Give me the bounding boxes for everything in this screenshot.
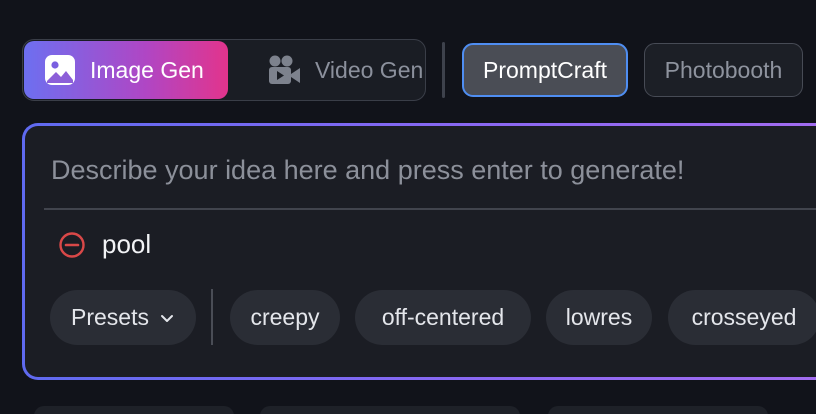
preset-chip[interactable]: crosseyed: [668, 290, 816, 345]
preset-chip-label: crosseyed: [691, 304, 797, 330]
tab-photobooth-label: Photobooth: [664, 56, 783, 83]
preset-chip[interactable]: creepy: [230, 290, 340, 345]
tab-promptcraft-label: PromptCraft: [483, 56, 607, 83]
image-gen-button[interactable]: Image Gen: [24, 41, 228, 99]
generation-mode-toggle: Image Gen Video Gen: [22, 39, 426, 101]
preset-chip[interactable]: off-centered: [355, 290, 531, 345]
chevron-down-icon: [159, 310, 175, 326]
prompt-input[interactable]: [51, 148, 811, 192]
toolbar-divider: [442, 42, 445, 98]
preset-chip-label: creepy: [250, 304, 320, 330]
minus-circle-icon[interactable]: [58, 231, 86, 259]
image-gen-label: Image Gen: [90, 56, 204, 83]
prompt-divider: [44, 208, 816, 210]
tab-promptcraft[interactable]: PromptCraft: [462, 43, 628, 97]
partial-item: [34, 406, 234, 414]
chips-divider: [211, 289, 213, 345]
preset-chip-label: off-centered: [381, 304, 505, 330]
generator-page: Image Gen Video Gen PromptCraft Photoboo…: [0, 0, 816, 414]
negative-prompt-text[interactable]: pool: [102, 229, 151, 260]
presets-dropdown[interactable]: Presets: [50, 290, 196, 345]
negative-prompt-row: pool: [58, 229, 151, 260]
preset-chip-label: lowres: [565, 304, 633, 330]
video-gen-label: Video Gen: [315, 56, 424, 83]
video-gen-button[interactable]: Video Gen: [245, 41, 425, 99]
presets-label: Presets: [71, 304, 149, 330]
partial-item: [260, 406, 520, 414]
preset-chip[interactable]: lowres: [546, 290, 652, 345]
image-icon: [44, 54, 76, 86]
tab-photobooth[interactable]: Photobooth: [644, 43, 803, 97]
prompt-panel: pool Presets creepy off-centered lowres …: [22, 123, 816, 380]
video-camera-icon: [267, 54, 301, 86]
partial-item: [548, 406, 768, 414]
